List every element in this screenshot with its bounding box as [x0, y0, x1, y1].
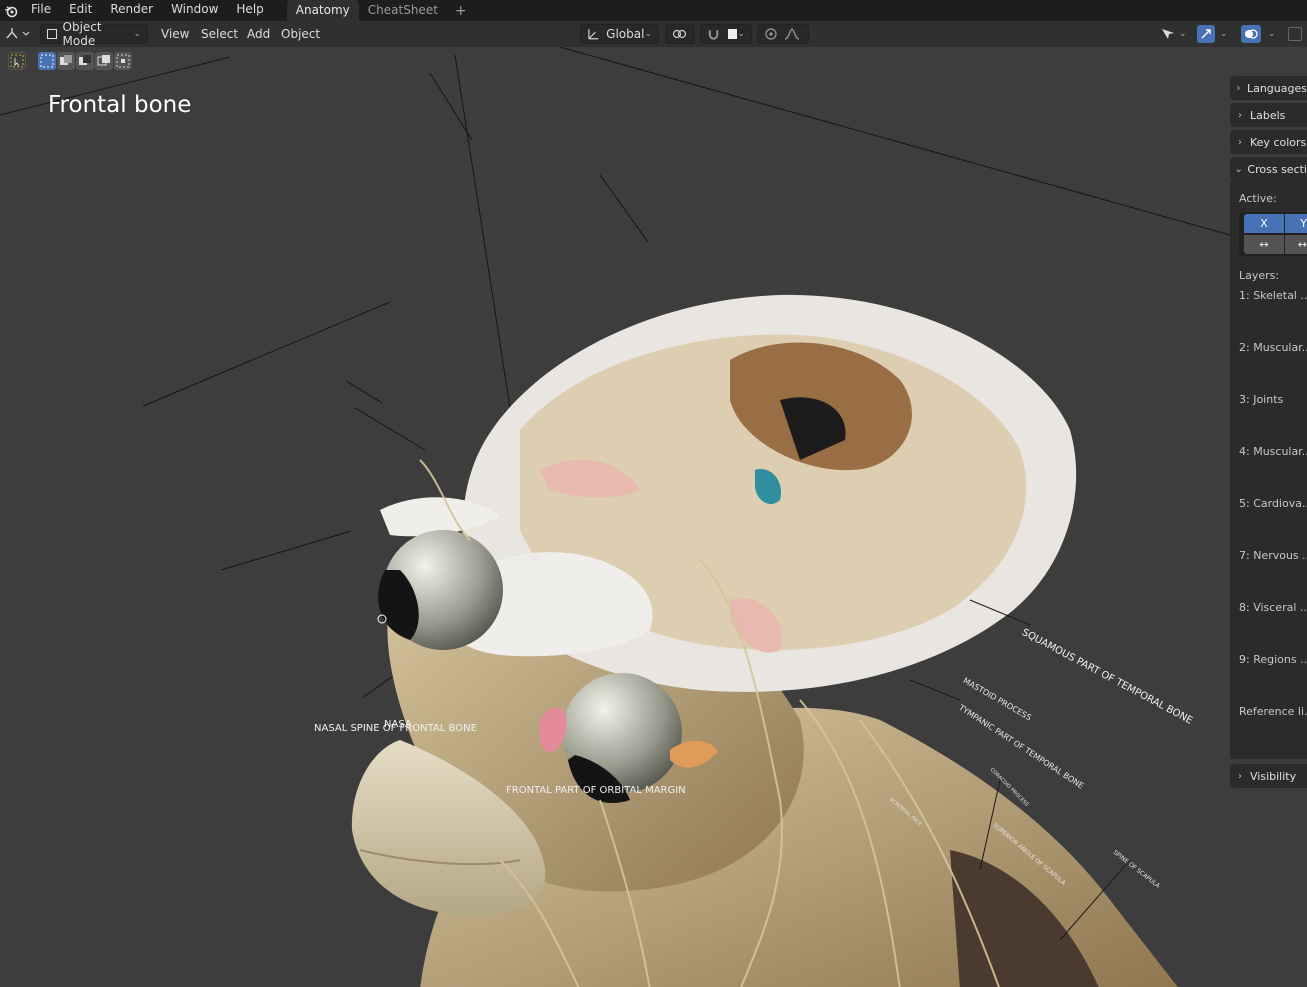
- chevron-down-icon: ⌄: [1179, 29, 1187, 39]
- falloff-curve-icon: [784, 28, 800, 40]
- chevron-right-icon: ›: [1238, 770, 1242, 782]
- menu-view[interactable]: View: [161, 24, 189, 44]
- tool-settings-row: [0, 47, 400, 75]
- proportional-edit-icon: [765, 28, 777, 40]
- panel-visibility-label: Visibility: [1250, 769, 1297, 783]
- chevron-down-icon: ⌄: [644, 29, 652, 39]
- menu-help[interactable]: Help: [227, 0, 272, 21]
- layer-item[interactable]: 3: Joints: [1239, 393, 1283, 406]
- menu-object[interactable]: Object: [281, 24, 320, 44]
- chevron-right-icon: ›: [1238, 136, 1242, 148]
- 3d-cursor-icon[interactable]: [377, 614, 387, 624]
- 3d-viewport[interactable]: Frontal bone NASAL SPINE OF FRONTAL BONE…: [0, 47, 1230, 987]
- label-nasa-fragment: NASA: [384, 719, 412, 730]
- panel-languages-label: Languages: [1246, 81, 1307, 95]
- label-frontal-bone-fragment: NTAL BONE: [494, 553, 540, 562]
- add-workspace-button[interactable]: +: [447, 3, 475, 19]
- chevron-down-icon: ⌄: [133, 29, 141, 39]
- chevron-down-icon: ⌄: [1220, 29, 1228, 39]
- pivot-icon: [672, 29, 687, 39]
- select-mode-subtract-icon[interactable]: [76, 52, 94, 70]
- select-mode-difference-icon[interactable]: [95, 52, 113, 70]
- menu-select[interactable]: Select: [201, 24, 238, 44]
- select-tool-icon[interactable]: [8, 52, 26, 70]
- layer-item[interactable]: 8: Visceral ...: [1239, 601, 1307, 614]
- anatomy-scene: [0, 47, 1230, 987]
- panel-key-colors[interactable]: › Key colors: [1230, 130, 1307, 154]
- chevron-down-icon: ⌄: [1268, 29, 1276, 39]
- panel-labels[interactable]: › Labels: [1230, 103, 1307, 127]
- select-mode-new-icon[interactable]: [38, 52, 56, 70]
- cross-section-body: Active: X Y ↔ ↔ Layers: 1: Skeletal ... …: [1230, 181, 1307, 759]
- select-mode-intersect-icon[interactable]: [114, 52, 132, 70]
- active-object-name: Frontal bone: [48, 92, 192, 118]
- selectability-dropdown[interactable]: ⌄: [1160, 24, 1192, 44]
- flip-y-button[interactable]: ↔: [1285, 235, 1307, 254]
- tab-anatomy[interactable]: Anatomy: [286, 0, 359, 21]
- xray-toggle[interactable]: [1288, 24, 1304, 44]
- xray-icon: [1288, 27, 1302, 41]
- panel-cross-section-label: Cross secti: [1247, 162, 1307, 176]
- blender-logo-icon[interactable]: [0, 0, 22, 21]
- chevron-right-icon: ›: [1238, 109, 1242, 121]
- snapping-toggle[interactable]: ⌄: [700, 24, 752, 44]
- object-mode-icon: [47, 29, 57, 39]
- menu-add[interactable]: Add: [247, 24, 270, 44]
- active-label: Active:: [1239, 192, 1277, 205]
- layers-label: Layers:: [1239, 269, 1280, 282]
- panel-languages[interactable]: › Languages: [1230, 76, 1307, 100]
- cursor-icon: [1162, 29, 1174, 39]
- layer-item[interactable]: 7: Nervous ...: [1239, 549, 1307, 562]
- axis-x-button[interactable]: X: [1244, 214, 1284, 233]
- editor-type-selector[interactable]: [4, 24, 34, 44]
- panel-visibility[interactable]: › Visibility: [1230, 764, 1307, 788]
- tab-cheatsheet[interactable]: CheatSheet: [359, 0, 447, 21]
- mode-label: Object Mode: [62, 20, 102, 48]
- overlays-toggle[interactable]: ⌄: [1241, 24, 1281, 44]
- panel-labels-label: Labels: [1250, 108, 1286, 122]
- chevron-down-icon: ⌄: [1234, 163, 1243, 175]
- layer-item[interactable]: 4: Muscular...: [1239, 445, 1307, 458]
- chevron-down-icon: ⌄: [737, 29, 745, 39]
- orientation-axes-icon: [588, 29, 599, 40]
- gizmo-icon: [1197, 25, 1215, 43]
- menu-file[interactable]: File: [22, 0, 60, 21]
- editor-type-icon: [6, 28, 30, 39]
- label-frontal-orbital-margin: FRONTAL PART OF ORBITAL MARGIN: [506, 785, 686, 796]
- mode-dropdown[interactable]: Object Mode ⌄: [40, 20, 148, 48]
- flip-x-button[interactable]: ↔: [1244, 235, 1284, 254]
- proportional-editing-toggle[interactable]: [757, 24, 809, 44]
- layer-item[interactable]: 1: Skeletal ...: [1239, 289, 1307, 302]
- top-menubar: File Edit Render Window Help Anatomy Che…: [0, 0, 1307, 21]
- layer-item[interactable]: 2: Muscular...: [1239, 341, 1307, 354]
- layer-item[interactable]: 5: Cardiova...: [1239, 497, 1307, 510]
- viewport-header: Object Mode ⌄ View Select Add Object Glo…: [0, 20, 1307, 48]
- snap-magnet-icon: [708, 30, 719, 40]
- pivot-point-dropdown[interactable]: [665, 24, 695, 44]
- snap-element-icon: [728, 29, 738, 39]
- select-mode-extend-icon[interactable]: [57, 52, 75, 70]
- gizmo-toggle[interactable]: ⌄: [1197, 24, 1233, 44]
- menu-window[interactable]: Window: [162, 0, 227, 21]
- chevron-right-icon: ›: [1236, 82, 1241, 94]
- layer-item[interactable]: 9: Regions ...: [1239, 653, 1307, 666]
- sidebar-panel: › Languages › Labels › Key colors ⌄ Cros…: [1230, 75, 1307, 987]
- panel-cross-section[interactable]: ⌄ Cross secti: [1230, 157, 1307, 181]
- menu-edit[interactable]: Edit: [60, 0, 101, 21]
- menu-render[interactable]: Render: [101, 0, 162, 21]
- layer-item[interactable]: Reference li...: [1239, 705, 1307, 718]
- overlays-icon: [1241, 25, 1261, 43]
- panel-key-colors-label: Key colors: [1250, 135, 1307, 149]
- transform-orientation-dropdown[interactable]: Global ⌄: [580, 24, 659, 44]
- axis-y-button[interactable]: Y: [1285, 214, 1307, 233]
- orientation-label: Global: [606, 27, 645, 41]
